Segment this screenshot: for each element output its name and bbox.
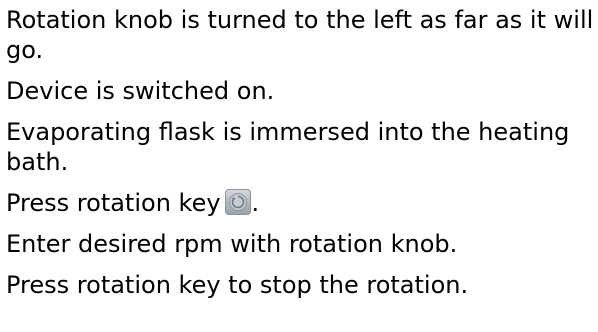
instruction-step-3: Evaporating flask is immersed into the h…: [6, 118, 570, 176]
instruction-step-5: Enter desired rpm with rotation knob.: [6, 230, 458, 258]
instruction-step-2: Device is switched on.: [6, 77, 275, 105]
rotation-key-icon: [224, 189, 251, 215]
instruction-step-1: Rotation knob is turned to the left as f…: [6, 6, 594, 64]
instruction-list: Rotation knob is turned to the left as f…: [6, 5, 596, 300]
instruction-step-4-text: Press rotation key: [6, 189, 221, 217]
instruction-step-4: Press rotation key .: [6, 188, 596, 218]
instruction-step-4-period: .: [251, 189, 260, 217]
instruction-step-6: Press rotation key to stop the rotation.: [6, 271, 469, 299]
